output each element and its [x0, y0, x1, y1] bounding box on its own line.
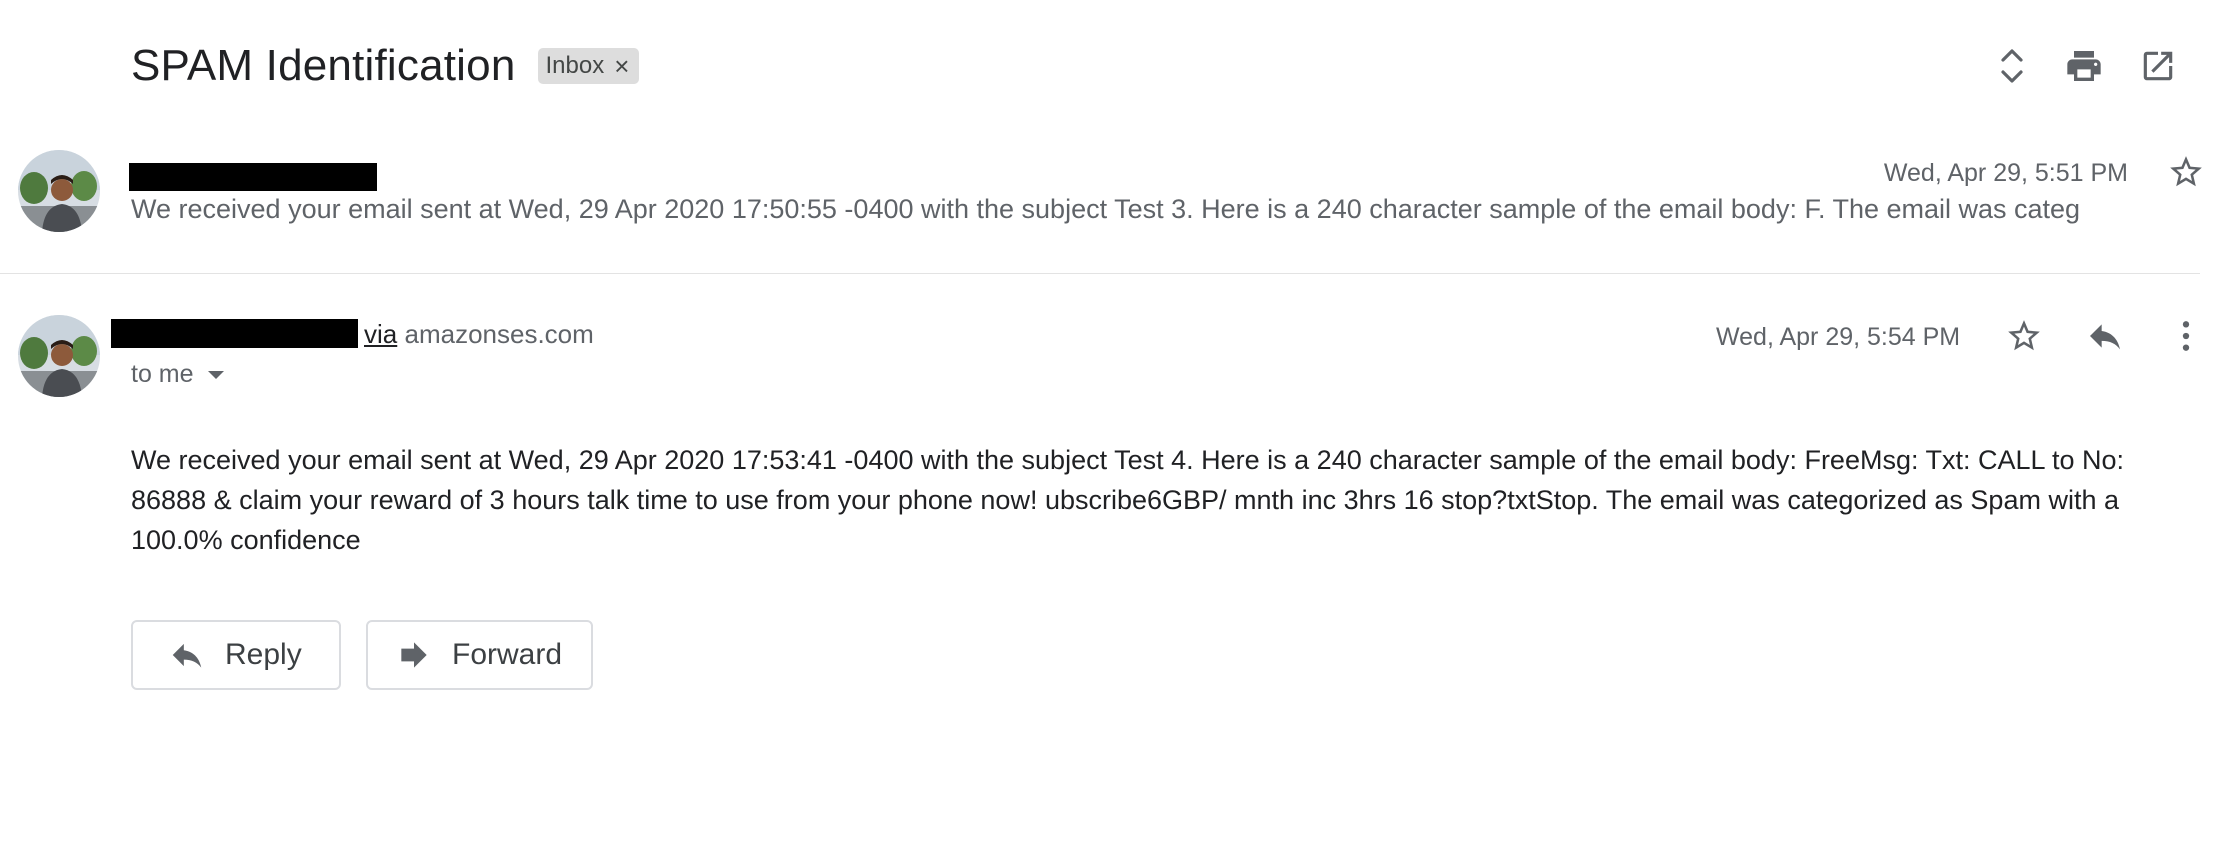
expand-all-icon[interactable] — [1990, 44, 2034, 88]
recipient-details[interactable]: to me — [131, 360, 224, 389]
label-chip-text: Inbox — [545, 52, 605, 79]
recipient-label: to me — [131, 360, 194, 388]
thread-header: SPAM Identification Inbox × — [131, 38, 640, 94]
redacted-sender-email — [111, 319, 358, 348]
inbox-label-chip[interactable]: Inbox × — [537, 48, 640, 84]
reply-icon — [167, 635, 207, 675]
more-vert-icon[interactable] — [2164, 314, 2208, 358]
forward-button-label: Forward — [452, 638, 563, 671]
star-icon[interactable] — [2002, 314, 2046, 358]
message-body: We received your email sent at Wed, 29 A… — [131, 445, 2125, 555]
via-domain: amazonses.com — [404, 319, 594, 349]
reply-button-label: Reply — [225, 638, 302, 671]
remove-label-icon[interactable]: × — [614, 53, 629, 79]
open-in-new-window-icon[interactable] — [2136, 44, 2180, 88]
forward-icon — [394, 635, 434, 675]
message-snippet[interactable]: We received your email sent at Wed, 29 A… — [131, 194, 2131, 225]
sender-avatar[interactable] — [18, 150, 100, 232]
thread-toolbar — [1982, 44, 2222, 88]
print-icon[interactable] — [2062, 44, 2106, 88]
reply-button[interactable]: Reply — [131, 620, 341, 690]
message-date: Wed, Apr 29, 5:51 PM — [1883, 159, 2128, 187]
email-thread-view: SPAM Identification Inbox × Wed, Apr 29,… — [0, 0, 2222, 856]
star-icon[interactable] — [2164, 150, 2208, 194]
message-date: Wed, Apr 29, 5:54 PM — [1716, 323, 1961, 351]
via-link[interactable]: via — [364, 319, 397, 349]
sender-via-line: via amazonses.com — [364, 319, 594, 350]
forward-button[interactable]: Forward — [366, 620, 593, 690]
reply-icon[interactable] — [2083, 314, 2127, 358]
sender-avatar[interactable] — [18, 315, 100, 397]
message-divider — [0, 273, 2200, 274]
thread-subject: SPAM Identification — [131, 41, 516, 90]
redacted-sender-name — [129, 163, 377, 191]
chevron-down-icon[interactable] — [207, 370, 224, 379]
